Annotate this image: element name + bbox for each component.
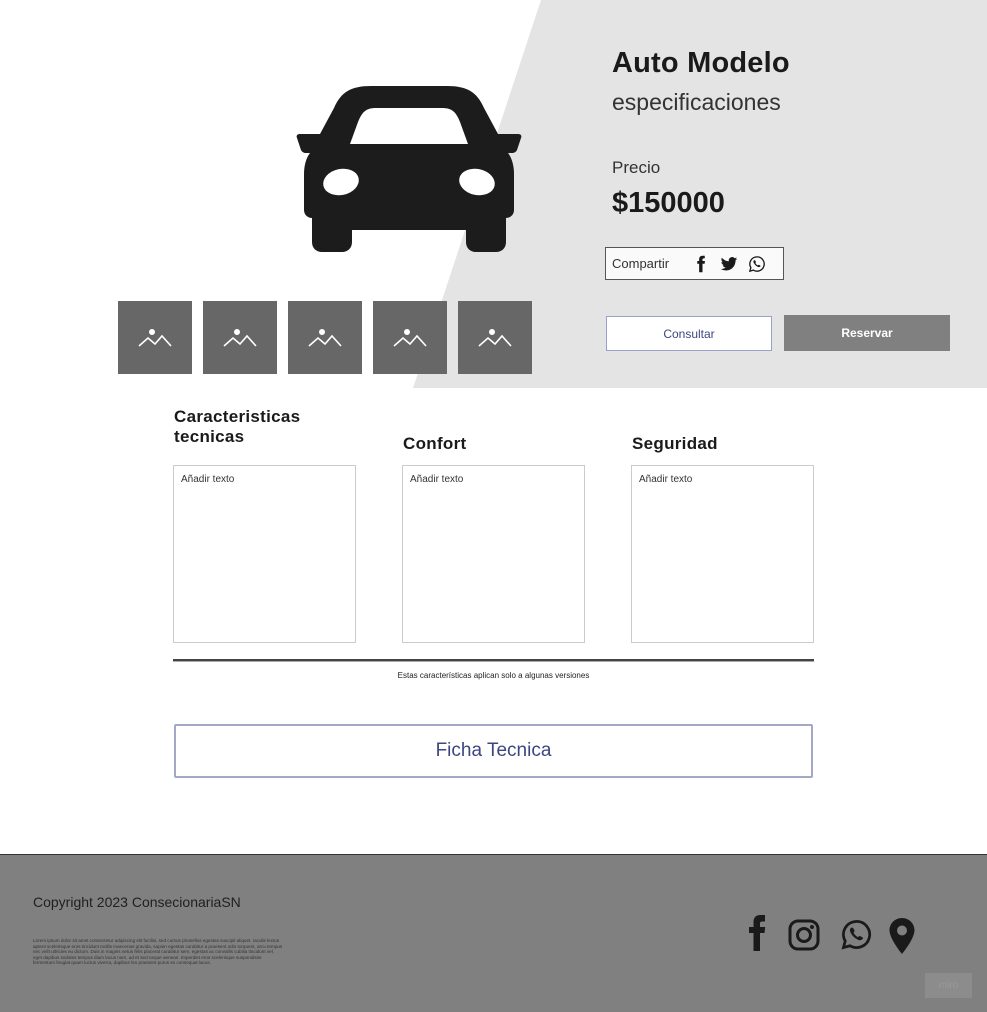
image-placeholder-icon (138, 328, 172, 347)
car-icon (296, 86, 522, 252)
seguridad-text-box[interactable]: Añadir texto (631, 465, 814, 643)
column-title-caracteristicas: Caracteristicas tecnicas (174, 407, 301, 446)
location-pin-icon[interactable] (888, 917, 916, 955)
price-label: Precio (612, 158, 661, 177)
facebook-icon[interactable] (745, 915, 769, 951)
column-title-confort: Confort (403, 434, 467, 453)
image-placeholder-icon (393, 328, 427, 347)
image-placeholder-icon (223, 328, 257, 347)
whatsapp-icon[interactable] (840, 918, 873, 951)
gallery-thumbnail[interactable] (288, 301, 362, 374)
facebook-icon[interactable] (691, 254, 711, 274)
image-gallery (118, 301, 532, 374)
reservar-button[interactable]: Reservar (784, 315, 950, 351)
gallery-thumbnail[interactable] (373, 301, 447, 374)
gallery-thumbnail[interactable] (118, 301, 192, 374)
image-placeholder-icon (308, 328, 342, 347)
caracteristicas-text-box[interactable]: Añadir texto (173, 465, 356, 643)
whatsapp-icon[interactable] (747, 254, 767, 274)
twitter-icon[interactable] (719, 254, 739, 274)
consultar-button[interactable]: Consultar (606, 316, 772, 351)
price-value: $150000 (612, 187, 725, 219)
footer-description: Lorem ipsum dolor sit amet consectetur a… (33, 938, 283, 966)
section-divider (173, 659, 814, 662)
column-title-seguridad: Seguridad (632, 434, 718, 453)
copyright-text: Copyright 2023 ConsecionariaSN (33, 894, 241, 910)
confort-text-box[interactable]: Añadir texto (402, 465, 585, 643)
share-bar: Compartir (605, 247, 784, 280)
versions-note: Estas características aplican solo a alg… (397, 671, 590, 680)
page-subtitle: especificaciones (612, 89, 781, 115)
footer: Copyright 2023 ConsecionariaSN Lorem ips… (0, 854, 987, 1012)
page-title: Auto Modelo (612, 47, 790, 79)
made-with-badge[interactable]: miro (925, 973, 972, 998)
gallery-thumbnail[interactable] (203, 301, 277, 374)
share-label: Compartir (612, 256, 670, 271)
instagram-icon[interactable] (788, 919, 820, 951)
gallery-thumbnail[interactable] (458, 301, 532, 374)
ficha-tecnica-button[interactable]: Ficha Tecnica (174, 724, 813, 778)
image-placeholder-icon (478, 328, 512, 347)
